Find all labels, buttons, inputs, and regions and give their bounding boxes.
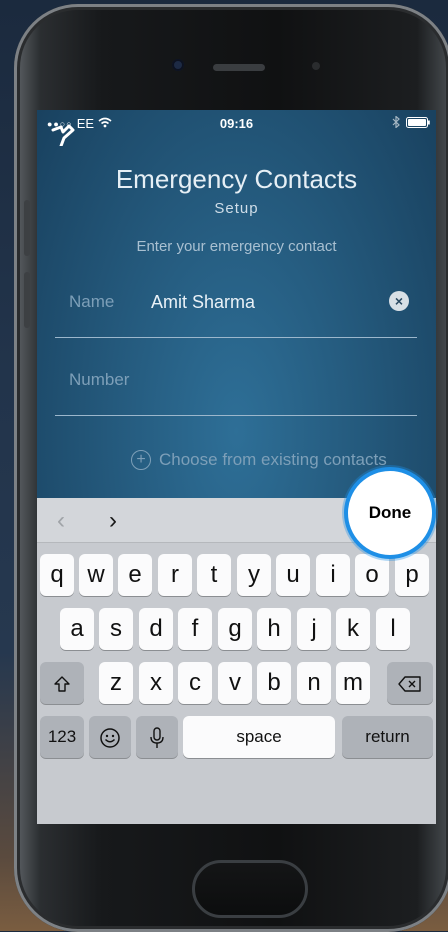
key-a[interactable]: a	[60, 608, 94, 650]
earpiece-speaker	[213, 64, 265, 71]
battery-icon	[406, 116, 430, 131]
key-t[interactable]: t	[197, 554, 231, 596]
key-k[interactable]: k	[336, 608, 370, 650]
key-e[interactable]: e	[118, 554, 152, 596]
key-d[interactable]: d	[139, 608, 173, 650]
key-j[interactable]: j	[297, 608, 331, 650]
clear-icon[interactable]: ×	[389, 291, 409, 311]
name-input[interactable]: Amit Sharma	[151, 292, 255, 313]
page-title: Emergency Contacts	[115, 164, 358, 194]
key-u[interactable]: u	[276, 554, 310, 596]
emoji-icon	[99, 727, 121, 748]
emoji-key[interactable]	[89, 716, 131, 758]
key-b[interactable]: b	[257, 662, 291, 704]
number-label: Number	[69, 370, 130, 389]
home-button[interactable]	[192, 860, 308, 918]
key-q[interactable]: q	[40, 554, 74, 596]
key-g[interactable]: g	[218, 608, 252, 650]
proximity-sensor	[312, 62, 320, 70]
key-y[interactable]: y	[237, 554, 271, 596]
backspace-icon	[398, 673, 422, 692]
key-n[interactable]: n	[297, 662, 331, 704]
key-m[interactable]: m	[336, 662, 370, 704]
bluetooth-icon	[392, 115, 400, 131]
key-s[interactable]: s	[99, 608, 133, 650]
choose-existing-contacts-link[interactable]: + Choose from existing contacts	[131, 450, 387, 470]
key-h[interactable]: h	[257, 608, 291, 650]
backspace-key[interactable]	[387, 662, 433, 704]
choose-existing-label: Choose from existing contacts	[159, 450, 387, 469]
front-camera	[172, 59, 184, 71]
key-i[interactable]: i	[316, 554, 350, 596]
key-o[interactable]: o	[355, 554, 389, 596]
key-w[interactable]: w	[79, 554, 113, 596]
plus-circle-icon: +	[131, 450, 151, 470]
key-p[interactable]: p	[395, 554, 429, 596]
page-subtitle: Setup	[214, 200, 259, 217]
volume-down-button	[24, 272, 30, 328]
numbers-key[interactable]: 123	[40, 716, 84, 758]
name-field[interactable]: Name Amit Sharma ×	[55, 282, 417, 338]
status-bar: ●●○○ EE 09:16	[37, 110, 436, 138]
return-key[interactable]: return	[342, 716, 433, 758]
status-time: 09:16	[219, 116, 254, 131]
number-field[interactable]: Number	[55, 360, 417, 416]
shift-key[interactable]	[40, 662, 84, 704]
shift-icon	[53, 673, 71, 692]
key-l[interactable]: l	[376, 608, 410, 650]
space-key[interactable]: space	[183, 716, 335, 758]
name-label: Name	[69, 292, 115, 311]
volume-up-button	[24, 200, 30, 256]
key-z[interactable]: z	[99, 662, 133, 704]
key-x[interactable]: x	[139, 662, 173, 704]
key-c[interactable]: c	[178, 662, 212, 704]
key-f[interactable]: f	[178, 608, 212, 650]
chevron-right-icon[interactable]: ›	[109, 507, 117, 535]
app-screen: ●●○○ EE 09:16 Emergency Contacts Setup E…	[37, 110, 436, 824]
key-v[interactable]: v	[218, 662, 252, 704]
microphone-key[interactable]	[136, 716, 178, 758]
microphone-icon	[149, 726, 165, 748]
chevron-left-icon[interactable]: ‹	[57, 507, 65, 535]
key-r[interactable]: r	[158, 554, 192, 596]
instruction-text: Enter your emergency contact	[136, 238, 337, 255]
done-button[interactable]: Done	[344, 467, 436, 559]
back-icon[interactable]	[49, 124, 83, 148]
